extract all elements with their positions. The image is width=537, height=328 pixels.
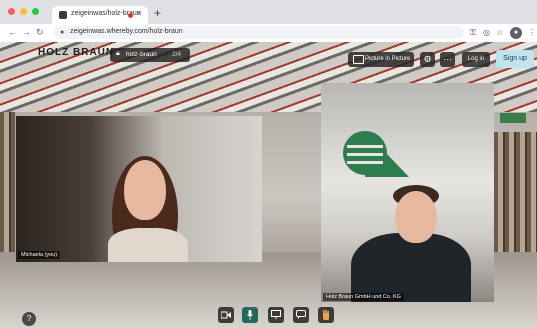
reaction-button[interactable]: [318, 307, 334, 323]
settings-button[interactable]: ⚙: [420, 52, 435, 67]
video-tile-self: Michaela (you): [16, 116, 262, 262]
browser-tab-bar: zeigeinwas/holz-braun × +: [0, 0, 537, 24]
participant-face: [124, 160, 166, 220]
signup-button[interactable]: Sign up: [496, 50, 534, 68]
picture-in-picture-icon: [353, 55, 364, 64]
microphone-button[interactable]: [242, 307, 258, 323]
company-logo-wall: [343, 131, 409, 177]
profile-avatar-icon[interactable]: ●: [510, 27, 522, 39]
key-icon[interactable]: ⚿: [470, 27, 476, 38]
reload-icon[interactable]: ↻: [36, 27, 44, 38]
lock-icon: ●: [60, 29, 65, 36]
browser-menu-icon[interactable]: ⋮: [528, 27, 536, 38]
favicon-icon: [59, 11, 67, 19]
chat-icon: [296, 310, 306, 319]
video-room: HOLZ BRAUN 🔒︎ holz-braun 2/4 Picture in …: [0, 42, 537, 328]
extension-icon[interactable]: ◎: [483, 27, 490, 38]
browser-tab[interactable]: zeigeinwas/holz-braun ×: [52, 6, 148, 24]
login-button[interactable]: Log in: [462, 52, 490, 67]
minimize-window-button[interactable]: [20, 8, 27, 15]
background-sign: [500, 113, 526, 123]
forward-icon[interactable]: →: [22, 27, 31, 38]
address-bar: ← → ↻ ● zeigeinwas.whereby.com/holz-brau…: [0, 24, 537, 43]
close-window-button[interactable]: [8, 8, 15, 15]
room-name: holz-braun: [126, 51, 157, 58]
recording-dot-icon: [128, 13, 133, 18]
maximize-window-button[interactable]: [32, 8, 39, 15]
url-text: zeigeinwas.whereby.com/holz-braun: [70, 28, 183, 35]
mic-icon: [247, 310, 253, 320]
room-name-pill[interactable]: 🔒︎ holz-braun 2/4: [110, 48, 190, 62]
back-icon[interactable]: ←: [8, 27, 17, 38]
picture-in-picture-label: Picture in Picture: [365, 56, 411, 62]
participant-body: [108, 228, 188, 262]
camera-icon: [220, 311, 231, 319]
url-field[interactable]: ● zeigeinwas.whereby.com/holz-braun: [54, 26, 464, 39]
brand-logo: HOLZ BRAUN: [38, 47, 115, 58]
screenshare-icon: [271, 310, 281, 319]
participant-count: 2/4: [172, 51, 182, 58]
bookmark-star-icon[interactable]: ☆: [496, 27, 503, 38]
lock-icon: 🔒︎: [116, 50, 120, 57]
video-tile-remote: Holz Braun GmbH und Co. KG: [321, 83, 494, 302]
hand-icon: [323, 310, 329, 320]
participant-name-remote: Holz Braun GmbH und Co. KG: [323, 293, 404, 301]
tab-close-button[interactable]: ×: [137, 9, 142, 18]
camera-button[interactable]: [218, 307, 234, 323]
screenshare-button[interactable]: [268, 307, 284, 323]
more-options-button[interactable]: ···: [440, 52, 455, 67]
new-tab-button[interactable]: +: [154, 6, 161, 20]
help-button[interactable]: ?: [22, 312, 36, 326]
window-controls: [8, 8, 39, 15]
participant-face: [395, 191, 437, 243]
participant-body: [351, 233, 471, 302]
chat-button[interactable]: [293, 307, 309, 323]
picture-in-picture-button[interactable]: Picture in Picture: [348, 52, 414, 67]
participant-name-self: Michaela (you): [18, 251, 61, 259]
